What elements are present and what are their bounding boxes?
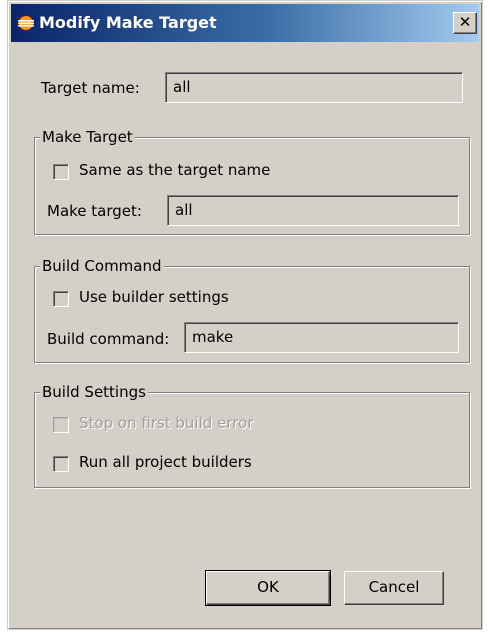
window-title: Modify Make Target: [39, 13, 217, 32]
build-settings-group-title: Build Settings: [40, 383, 148, 401]
same-as-target-label[interactable]: Same as the target name: [79, 161, 270, 179]
make-target-group-title: Make Target: [40, 128, 135, 146]
title-bar[interactable]: Modify Make Target ✕: [11, 4, 479, 42]
eclipse-icon: [17, 14, 35, 32]
modify-make-target-dialog: Modify Make Target ✕ Target name: all Ma…: [7, 0, 483, 630]
run-all-builders-label[interactable]: Run all project builders: [79, 453, 252, 471]
run-all-builders-checkbox[interactable]: [53, 456, 69, 472]
build-command-label: Build command:: [47, 330, 170, 348]
target-name-field[interactable]: all: [165, 72, 463, 103]
use-builder-settings-label[interactable]: Use builder settings: [79, 288, 229, 306]
stop-on-first-error-checkbox[interactable]: [53, 417, 69, 433]
cancel-button[interactable]: Cancel: [344, 571, 444, 605]
build-command-group-title: Build Command: [40, 257, 164, 275]
ok-button[interactable]: OK: [205, 570, 331, 606]
close-button[interactable]: ✕: [453, 12, 477, 34]
use-builder-settings-checkbox[interactable]: [53, 291, 69, 307]
target-name-label: Target name:: [41, 79, 140, 97]
build-settings-group: Build Settings: [34, 383, 470, 488]
stop-on-first-error-label: Stop on first build error: [79, 414, 254, 432]
same-as-target-checkbox[interactable]: [53, 164, 69, 180]
close-icon: ✕: [458, 13, 472, 31]
make-target-label: Make target:: [47, 202, 142, 220]
build-command-field[interactable]: make: [184, 322, 459, 353]
make-target-field[interactable]: all: [167, 195, 459, 226]
